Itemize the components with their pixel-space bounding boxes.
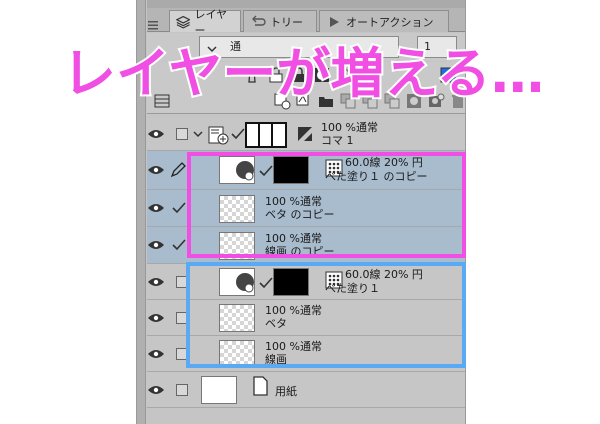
eye-icon[interactable] (147, 202, 165, 214)
eye-icon[interactable] (147, 312, 165, 324)
layer-thumbnail (201, 376, 237, 404)
copied-layers-highlight (187, 152, 466, 258)
eye-icon[interactable] (147, 276, 165, 288)
annotation-label: レイヤーが増える… (62, 42, 540, 105)
layer-checkbox[interactable] (176, 384, 188, 396)
eye-icon[interactable] (147, 239, 165, 251)
folder-layer-blend: 100 %通常 (321, 121, 378, 134)
border-icon (298, 127, 312, 141)
original-layers-highlight (186, 262, 466, 368)
eye-icon[interactable] (147, 164, 165, 176)
layer-row-paper[interactable]: 用紙 (147, 372, 465, 408)
paper-icon (253, 376, 268, 396)
layer-name: 用紙 (275, 385, 297, 398)
checkmark-icon[interactable] (172, 239, 186, 251)
eye-icon[interactable] (147, 384, 165, 396)
checkmark-icon (231, 128, 245, 140)
pen-icon (170, 162, 186, 178)
frame-panel-icon (245, 122, 287, 148)
eye-icon[interactable] (147, 128, 165, 140)
folder-layer-icon (208, 126, 229, 145)
eye-icon[interactable] (147, 348, 165, 360)
folder-layer-name: コマ 1 (321, 134, 354, 147)
checkmark-icon[interactable] (172, 202, 186, 214)
annotation-text: レイヤーが増える… (60, 40, 540, 107)
layer-row-folder[interactable]: 100 %通常 コマ 1 (147, 118, 465, 151)
chevron-down-icon[interactable] (192, 129, 204, 139)
layer-checkbox[interactable] (176, 128, 188, 140)
